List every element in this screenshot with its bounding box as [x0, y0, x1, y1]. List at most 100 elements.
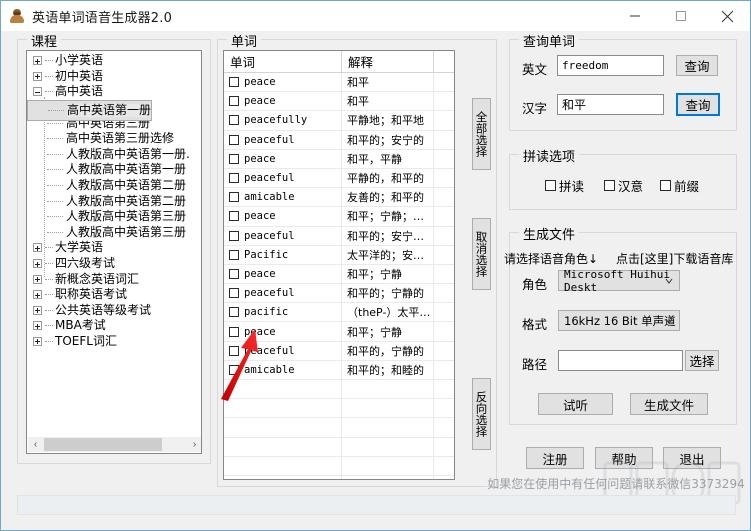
tree-node[interactable]: MBA考试 — [27, 318, 201, 334]
tree-node[interactable]: 初中英语 — [27, 69, 201, 85]
row-checkbox[interactable] — [229, 230, 239, 241]
table-row[interactable]: peace 和平；宁静；… — [224, 207, 454, 227]
tree-node[interactable]: 四六级考试 — [27, 256, 201, 272]
chevron-down-icon[interactable] — [665, 277, 673, 285]
expand-icon[interactable] — [33, 321, 42, 331]
column-header-extra — [434, 51, 454, 72]
expand-icon[interactable] — [33, 305, 42, 315]
row-checkbox[interactable] — [229, 268, 239, 279]
english-input[interactable]: freedom — [557, 55, 664, 76]
expand-icon[interactable] — [33, 56, 42, 66]
tree-node[interactable]: 高中英语第一册 — [27, 99, 153, 121]
preview-button[interactable]: 试听 — [538, 393, 613, 415]
tree-node[interactable]: 高中英语第三册选修 — [27, 131, 201, 147]
exit-button[interactable]: 退出 — [663, 447, 721, 469]
checkbox-prefix[interactable]: 前缀 — [660, 176, 699, 195]
expand-icon[interactable] — [33, 290, 42, 300]
tree-node[interactable]: 小学英语 — [27, 53, 201, 69]
table-row[interactable]: peace 和平 — [224, 73, 454, 93]
table-row[interactable]: peaceful 和平的；安宁的 — [224, 130, 454, 150]
role-select[interactable]: Microsoft Huihui Deskt — [558, 268, 680, 294]
empty-cell — [342, 418, 434, 437]
expand-icon[interactable] — [33, 274, 42, 284]
invert-selection-button[interactable]: 反向选择 — [472, 378, 491, 450]
format-select[interactable]: 16kHz 16 Bit 单声道 — [558, 310, 680, 331]
tree-node[interactable]: 人教版高中英语第二册 — [27, 193, 201, 209]
table-row[interactable]: pacific （theP-）太平… — [224, 303, 454, 323]
expand-icon[interactable] — [33, 259, 42, 269]
table-row[interactable]: peaceful 和平的；宁静的 — [224, 284, 454, 304]
tree-node[interactable]: 人教版高中英语第一册. — [27, 147, 201, 163]
row-checkbox[interactable] — [229, 115, 239, 126]
download-voice-link[interactable]: 点击[这里]下载语音库 — [616, 250, 733, 267]
expand-icon[interactable] — [33, 71, 42, 81]
table-row[interactable]: peacefully 平静地；和平地 — [224, 111, 454, 131]
table-row[interactable]: peaceful 和平的，宁静的 — [224, 341, 454, 361]
collapse-icon[interactable] — [33, 87, 42, 97]
expand-icon[interactable] — [33, 243, 42, 253]
tree-node[interactable]: 高中英语 — [27, 84, 201, 100]
minimize-icon[interactable] — [612, 1, 658, 31]
row-checkbox[interactable] — [229, 288, 239, 299]
table-row[interactable]: peace 和平 — [224, 92, 454, 112]
scroll-left-icon[interactable]: ‹ — [28, 437, 43, 452]
table-row[interactable]: amicable 和平的；和睦的 — [224, 360, 454, 380]
row-checkbox[interactable] — [229, 364, 239, 375]
row-checkbox[interactable] — [229, 345, 239, 356]
scrollbar-thumb[interactable] — [44, 438, 162, 451]
chinese-input[interactable]: 和平 — [557, 94, 664, 115]
checkbox-prefix-box[interactable] — [660, 180, 671, 191]
english-query-button[interactable]: 查询 — [676, 55, 718, 76]
tree-node[interactable]: 公共英语等级考试 — [27, 303, 201, 319]
table-row[interactable]: amicable 友善的；和平的 — [224, 188, 454, 208]
checkbox-meaning[interactable]: 汉意 — [604, 176, 643, 195]
close-icon[interactable] — [704, 1, 750, 31]
word-table[interactable]: 单词 解释 peace 和平 peace 和平 peacefully 平静地；和平地 pea… — [223, 50, 455, 480]
table-row[interactable]: peace 和平；宁静 — [224, 322, 454, 342]
tree-node[interactable]: 新概念英语词汇 — [27, 271, 201, 287]
generate-group: 生成文件 请选择语音角色↓ 点击[这里]下载语音库 角色 Microsoft H… — [504, 224, 737, 425]
query-group: 查询单词 英文 freedom 查询 汉字 和平 查询 — [509, 31, 737, 131]
row-checkbox[interactable] — [229, 211, 239, 222]
checkbox-spelling-box[interactable] — [545, 180, 556, 191]
tree-node[interactable]: 人教版高中英语第三册 — [27, 225, 201, 241]
select-all-button[interactable]: 全部选择 — [472, 98, 491, 170]
row-checkbox[interactable] — [229, 192, 239, 203]
tree-node[interactable]: 人教版高中英语第三册 — [27, 209, 201, 225]
chinese-query-button[interactable]: 查询 — [676, 93, 720, 116]
tree-horizontal-scrollbar[interactable]: ‹ › — [28, 437, 201, 452]
course-tree[interactable]: 小学英语初中英语高中英语高中英语第一册高中英语第二册高中英语第三册高中英语第三册… — [26, 50, 202, 454]
scroll-right-icon[interactable]: › — [187, 437, 201, 452]
path-input[interactable] — [558, 350, 683, 371]
checkbox-spelling[interactable]: 拼读 — [545, 176, 584, 195]
row-checkbox[interactable] — [229, 77, 239, 88]
tree-node[interactable]: 职称英语考试 — [27, 287, 201, 303]
row-checkbox[interactable] — [229, 173, 239, 184]
deselect-button[interactable]: 取消选择 — [472, 218, 491, 290]
tree-node[interactable]: 人教版高中英语第二册 — [27, 178, 201, 194]
table-empty-row — [224, 380, 454, 400]
checkbox-meaning-box[interactable] — [604, 180, 615, 191]
table-row[interactable]: peace 和平；宁静 — [224, 264, 454, 285]
tree-node[interactable]: 人教版高中英语第一册 — [27, 162, 201, 178]
help-button[interactable]: 帮助 — [595, 447, 653, 469]
word-text: peace — [244, 76, 276, 89]
row-checkbox[interactable] — [229, 326, 239, 337]
table-row[interactable]: peaceful 和平的；安宁… — [224, 226, 454, 246]
path-browse-button[interactable]: 选择 — [685, 350, 719, 371]
row-checkbox[interactable] — [229, 153, 239, 164]
row-checkbox[interactable] — [229, 134, 239, 145]
row-checkbox[interactable] — [229, 307, 239, 318]
chevron-down-icon[interactable] — [665, 317, 673, 325]
tree-node[interactable]: 大学英语 — [27, 240, 201, 256]
register-button[interactable]: 注册 — [526, 447, 584, 469]
row-checkbox[interactable] — [229, 249, 239, 260]
expand-icon[interactable] — [33, 336, 42, 346]
tree-node[interactable]: TOEFL词汇 — [27, 334, 201, 350]
row-checkbox[interactable] — [229, 96, 239, 107]
table-row[interactable]: peaceful 平静的，和平的 — [224, 168, 454, 189]
generate-file-button[interactable]: 生成文件 — [630, 393, 708, 415]
table-row[interactable]: peace 和平，平静 — [224, 149, 454, 169]
maximize-icon[interactable] — [658, 1, 704, 31]
table-row[interactable]: Pacific 太平洋的；安… — [224, 245, 454, 265]
